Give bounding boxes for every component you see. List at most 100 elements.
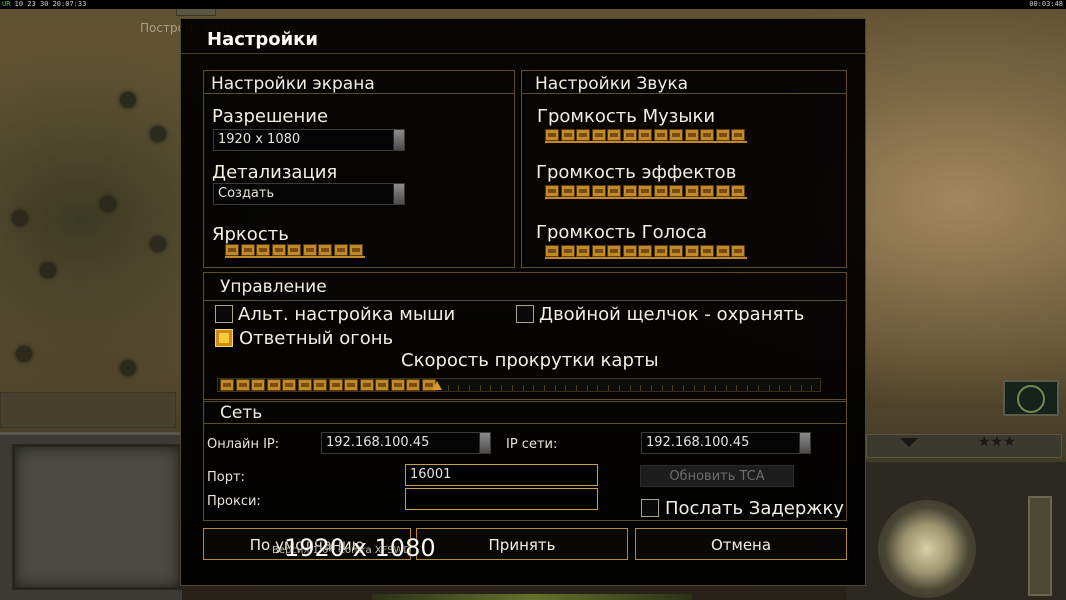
slider-segment (715, 245, 730, 257)
slider-segment (576, 245, 590, 257)
slider-tick (704, 385, 706, 391)
slider-segment (318, 244, 332, 256)
slider-segment (653, 185, 668, 197)
slider-segment (545, 245, 559, 257)
slider-fill-underline (545, 141, 747, 143)
slider-segment (282, 379, 296, 391)
dropdown-arrow-icon[interactable] (799, 433, 810, 453)
slider-tick (618, 385, 620, 391)
slider-segment (731, 185, 745, 197)
update-tca-label: Обновить TCA (669, 469, 765, 484)
slider-segment (591, 129, 606, 141)
cancel-button[interactable]: Отмена (635, 528, 847, 560)
slider-thumb-icon[interactable] (432, 381, 442, 390)
dropdown-arrow-icon[interactable] (393, 184, 404, 204)
slider-segment (328, 379, 343, 391)
slider-tick (725, 385, 727, 391)
settings-dialog: Настройки Настройки экрана Разрешение 19… (180, 18, 866, 586)
scroll-speed-slider[interactable] (217, 378, 821, 392)
slider-fill-underline (545, 197, 747, 199)
slider-segment (700, 185, 714, 197)
accept-button[interactable]: Принять (416, 528, 628, 560)
slider-tick (789, 385, 791, 391)
hud-minimap-screen[interactable] (12, 444, 182, 590)
slider-tick (469, 385, 471, 391)
slider-segment (271, 244, 286, 256)
radar-button[interactable] (1003, 380, 1059, 416)
dropdown-arrow-icon[interactable] (393, 130, 404, 150)
update-tca-button[interactable]: Обновить TCA (640, 465, 794, 487)
return-fire-label: Ответный огонь (239, 328, 394, 349)
slider-tick (554, 385, 556, 391)
divider (204, 423, 846, 424)
slider-tick (650, 385, 652, 391)
game-timer: 00:03:48 (1029, 0, 1063, 8)
resolution-label: Разрешение (212, 106, 329, 127)
alt-mouse-checkbox[interactable] (215, 305, 233, 323)
slider-segment (638, 185, 652, 197)
hud-power-dial (878, 500, 976, 598)
slider-segment (333, 244, 348, 256)
slider-segment (349, 244, 363, 256)
hud-power-bar (1028, 496, 1052, 596)
slider-tick (736, 385, 738, 391)
lan-ip-dropdown[interactable]: 192.168.100.45 (641, 432, 811, 454)
slider-tick (779, 385, 781, 391)
detail-dropdown[interactable]: Создать (213, 183, 405, 205)
slider-tick (661, 385, 663, 391)
tree-decoration (150, 236, 166, 252)
proxy-input[interactable] (405, 488, 598, 510)
slider-segment (240, 244, 255, 256)
slider-tick (490, 385, 492, 391)
cancel-button-label: Отмена (710, 536, 772, 554)
tree-decoration (120, 92, 136, 108)
dropdown-arrow-icon[interactable] (479, 433, 490, 453)
resolution-dropdown[interactable]: 1920 x 1080 (213, 129, 405, 151)
brightness-slider[interactable] (225, 244, 365, 258)
status-code: UR (2, 0, 11, 8)
slider-segment (406, 379, 420, 391)
tree-decoration (16, 346, 32, 362)
tree-decoration (150, 126, 166, 142)
chevron-down-icon[interactable] (900, 438, 918, 447)
resolution-value: 1920 x 1080 (218, 132, 301, 147)
slider-tick (511, 385, 513, 391)
music-volume-label: Громкость Музыки (537, 106, 716, 127)
slider-tick (747, 385, 749, 391)
voice-volume-slider[interactable] (545, 245, 747, 259)
effects-volume-label: Громкость эффектов (536, 162, 737, 183)
divider (204, 300, 846, 301)
slider-segment (344, 379, 358, 391)
status-time: 20:07:33 (52, 0, 87, 8)
music-volume-slider[interactable] (545, 129, 747, 143)
screen-settings-title: Настройки экрана (211, 74, 375, 94)
slider-segment (684, 129, 699, 141)
slider-segment (251, 379, 265, 391)
slider-segment (375, 379, 389, 391)
send-delay-checkbox[interactable] (641, 499, 659, 517)
slider-tick (501, 385, 503, 391)
tree-decoration (40, 262, 56, 278)
port-label: Порт: (207, 470, 245, 485)
online-ip-dropdown[interactable]: 192.168.100.45 (321, 432, 491, 454)
detail-value: Создать (218, 186, 275, 201)
slider-segment (700, 245, 714, 257)
slider-segment (313, 379, 327, 391)
scroll-speed-label: Скорость прокрутки карты (401, 350, 659, 371)
slider-tick (629, 385, 631, 391)
status-left: UR 10 23 30 20:07:33 (2, 0, 86, 9)
slider-tick (811, 385, 813, 391)
hud-tab-bar[interactable] (866, 434, 1062, 458)
double-click-guard-label: Двойной щелчок - охранять (539, 304, 805, 325)
effects-volume-slider[interactable] (545, 185, 747, 199)
slider-segment (669, 129, 683, 141)
slider-segment (576, 185, 590, 197)
slider-segment (622, 245, 637, 257)
slider-segment (715, 129, 730, 141)
double-click-guard-checkbox[interactable] (516, 305, 534, 323)
return-fire-checkbox[interactable] (215, 329, 233, 347)
slider-tick (543, 385, 545, 391)
slider-segment (225, 244, 239, 256)
slider-segment (545, 129, 559, 141)
port-input[interactable]: 16001 (405, 464, 598, 486)
